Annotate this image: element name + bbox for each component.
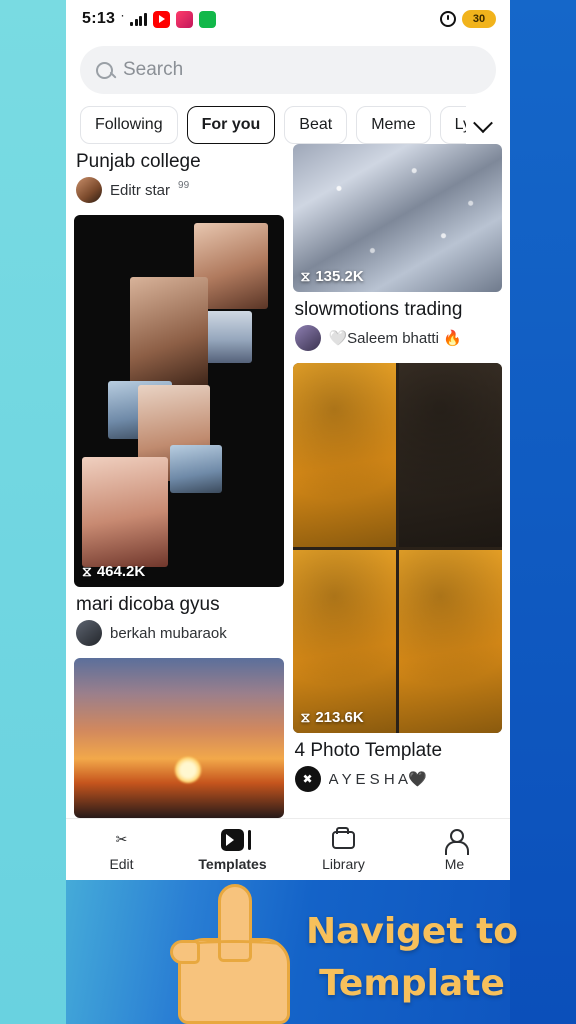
- card-title: mari dicoba gyus: [76, 594, 220, 615]
- card-thumbnail[interactable]: ⧖ 213.6K: [292, 363, 502, 733]
- collage-photo: [130, 277, 208, 387]
- battery-badge: 30: [462, 10, 496, 28]
- author-name: berkah mubaraok: [110, 624, 227, 642]
- template-slot: [292, 549, 397, 733]
- nav-item-edit[interactable]: ✂ Edit: [66, 828, 177, 872]
- avatar: [294, 325, 321, 351]
- template-slot: [398, 363, 502, 547]
- card-thumbnail[interactable]: ⧖ 464.2K: [74, 215, 284, 587]
- collage-photo: [82, 457, 168, 567]
- template-feed[interactable]: Punjab college Editr star 99 ⧖ 464.2K ma…: [66, 144, 510, 818]
- status-right-group: 30: [440, 10, 496, 28]
- caption-line-2: Template: [319, 963, 505, 1005]
- feed-column-left: Punjab college Editr star 99 ⧖ 464.2K ma…: [74, 144, 284, 818]
- avatar: [76, 177, 102, 203]
- play-count: ⧖ 135.2K: [301, 268, 364, 285]
- card-title: slowmotions trading: [294, 299, 463, 320]
- scissors-icon: ✂: [115, 831, 128, 847]
- card-thumbnail[interactable]: [74, 658, 284, 818]
- author-name: 🤍Saleem bhatti 🔥: [328, 330, 462, 347]
- search-section: Search: [66, 38, 510, 104]
- nav-item-library[interactable]: Library: [288, 826, 399, 872]
- avatar: [76, 620, 102, 646]
- tab-beat[interactable]: Beat: [284, 106, 348, 144]
- nav-item-templates[interactable]: Templates: [177, 828, 288, 872]
- instruction-caption: Naviget to Template: [262, 906, 562, 1010]
- nav-label: Library: [322, 855, 365, 872]
- card-thumbnail[interactable]: ⧖ 135.2K: [292, 144, 502, 292]
- nav-label: Edit: [109, 855, 134, 872]
- play-count-icon: ⧖: [300, 268, 311, 284]
- background-band-left: [0, 0, 66, 1024]
- play-count-icon: ⧖: [300, 709, 311, 725]
- author-name: A Y E S H A🖤: [328, 771, 427, 788]
- tab-meme[interactable]: Meme: [356, 106, 431, 144]
- person-icon: [444, 828, 469, 855]
- feed-card[interactable]: ⧖ 135.2K slowmotions trading 🤍Saleem bha…: [292, 144, 503, 359]
- hand-thumb: [170, 940, 200, 964]
- green-app-icon: [198, 10, 216, 28]
- search-bar[interactable]: Search: [80, 46, 496, 94]
- status-dot: ·: [121, 11, 125, 21]
- play-count-value: 464.2K: [96, 563, 146, 580]
- card-author[interactable]: A Y E S H A🖤: [293, 764, 503, 800]
- phone-screen: 5:13 · 30 Search Following For you Beat …: [66, 0, 510, 880]
- play-count: ⧖ 213.6K: [301, 709, 364, 726]
- folder-icon: [332, 826, 355, 852]
- author-badge: 99: [178, 179, 190, 191]
- template-slot: [292, 363, 397, 547]
- play-count-value: 135.2K: [315, 268, 364, 285]
- card-author[interactable]: 🤍Saleem bhatti 🔥: [293, 323, 503, 359]
- alarm-clock-icon: [440, 11, 456, 27]
- card-title: Punjab college: [76, 151, 201, 172]
- templates-play-icon: [221, 828, 251, 852]
- search-icon: [96, 61, 113, 79]
- status-bar: 5:13 · 30: [66, 0, 510, 38]
- nav-label: Me: [444, 855, 465, 872]
- tab-for-you[interactable]: For you: [186, 106, 276, 144]
- collage-photo: [170, 445, 222, 493]
- tab-following[interactable]: Following: [80, 106, 178, 144]
- chevron-down-icon[interactable]: [466, 106, 500, 146]
- search-input[interactable]: Search: [123, 59, 183, 81]
- author-name: Editr star: [110, 181, 171, 199]
- play-count: ⧖ 464.2K: [82, 563, 145, 580]
- card-author[interactable]: Editr star 99: [74, 175, 284, 211]
- play-count-value: 213.6K: [315, 709, 364, 726]
- screenshot-root: 5:13 · 30 Search Following For you Beat …: [0, 0, 576, 1024]
- template-slot: [398, 549, 502, 733]
- feed-card[interactable]: Punjab college Editr star 99: [74, 144, 284, 211]
- feed-card[interactable]: [74, 658, 284, 818]
- youtube-icon: [152, 10, 170, 28]
- pink-app-icon: [175, 10, 193, 28]
- feed-card[interactable]: ⧖ 213.6K 4 Photo Template A Y E S H A🖤: [292, 363, 503, 800]
- nav-label: Templates: [198, 855, 267, 872]
- feed-card[interactable]: ⧖ 464.2K mari dicoba gyus berkah mubarao…: [74, 215, 284, 654]
- signal-bars-icon: [130, 12, 147, 26]
- avatar: [294, 766, 321, 792]
- bottom-navigation: ✂ Edit Templates Library Me: [66, 818, 510, 880]
- play-count-icon: ⧖: [82, 563, 92, 579]
- nav-item-me[interactable]: Me: [399, 828, 510, 872]
- background-band-right: [510, 0, 576, 1024]
- caption-line-1: Naviget to: [305, 911, 519, 952]
- status-time: 5:13: [82, 10, 116, 27]
- feed-column-right: ⧖ 135.2K slowmotions trading 🤍Saleem bha…: [292, 144, 503, 818]
- card-title: 4 Photo Template: [294, 740, 443, 761]
- card-author[interactable]: berkah mubaraok: [74, 618, 284, 654]
